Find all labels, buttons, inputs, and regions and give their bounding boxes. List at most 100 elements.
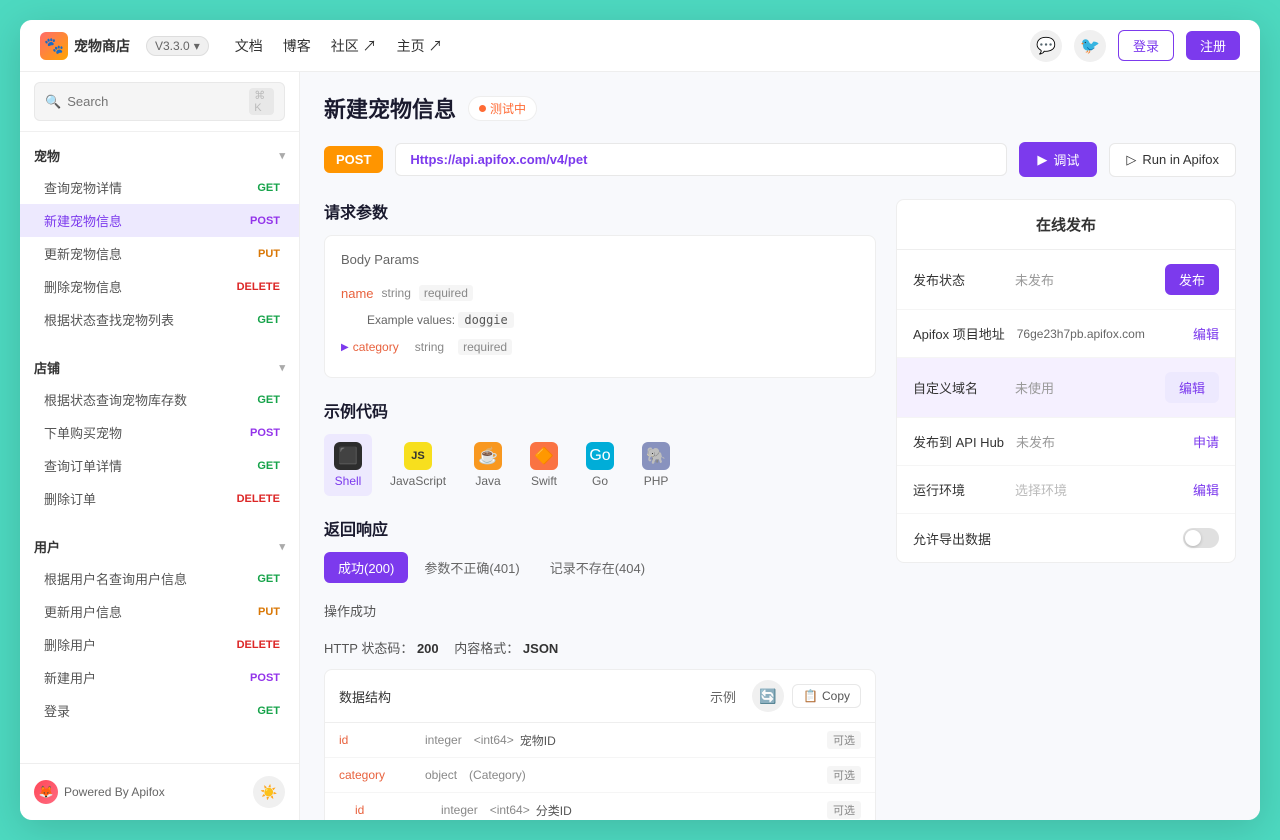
nav-blog[interactable]: 博客 bbox=[283, 36, 311, 56]
register-button[interactable]: 注册 bbox=[1186, 31, 1240, 60]
code-tab-java[interactable]: ☕ Java bbox=[464, 434, 512, 496]
body-params-label: Body Params bbox=[341, 252, 859, 267]
search-input[interactable] bbox=[67, 94, 243, 109]
sidebar-item-store-order-delete[interactable]: 删除订单 DELETE bbox=[20, 482, 299, 515]
share-icon-btn[interactable]: 🐦 bbox=[1074, 30, 1106, 62]
run-icon: ▷ bbox=[1126, 152, 1136, 168]
publish-row-domain: 自定义域名 未使用 编辑 bbox=[897, 358, 1235, 418]
data-row-id: id integer <int64> 宠物ID 可选 bbox=[325, 723, 875, 758]
main-content: 新建宠物信息 测试中 POST Https://api.apifox.com/v… bbox=[300, 72, 1260, 820]
params-section-title: 请求参数 bbox=[324, 199, 876, 223]
right-column: 在线发布 发布状态 未发布 发布 Apifox 项目地址 76ge23h7pb.… bbox=[896, 199, 1236, 820]
data-table: 数据结构 示例 🔄 📋 Copy bbox=[324, 669, 876, 820]
search-icon: 🔍 bbox=[45, 94, 61, 110]
theme-toggle-btn[interactable]: ☀️ bbox=[253, 776, 285, 808]
params-section: 请求参数 Body Params name string required Ex… bbox=[324, 199, 876, 378]
nav-community[interactable]: 社区 ↗ bbox=[331, 36, 377, 56]
env-edit-btn[interactable]: 编辑 bbox=[1193, 480, 1219, 499]
wechat-icon-btn[interactable]: 💬 bbox=[1030, 30, 1062, 62]
sidebar-item-user-delete[interactable]: 删除用户 DELETE bbox=[20, 628, 299, 661]
data-table-header: 数据结构 示例 🔄 📋 Copy bbox=[325, 670, 875, 723]
export-toggle[interactable] bbox=[1183, 528, 1219, 548]
code-tab-php[interactable]: 🐘 PHP bbox=[632, 434, 680, 496]
code-tab-shell[interactable]: ⬛ Shell bbox=[324, 434, 372, 496]
sidebar-item-pet-detail[interactable]: 查询宠物详情 GET bbox=[20, 171, 299, 204]
code-tab-go[interactable]: Go Go bbox=[576, 434, 624, 496]
header-nav: 文档 博客 社区 ↗ 主页 ↗ bbox=[235, 36, 443, 56]
content-grid: 请求参数 Body Params name string required Ex… bbox=[324, 199, 1236, 820]
code-tab-js[interactable]: JS JavaScript bbox=[380, 434, 456, 496]
response-section: 返回响应 成功(200) 参数不正确(401) 记录不存在(404) 操作成功 … bbox=[324, 516, 876, 820]
code-tab-swift[interactable]: 🔶 Swift bbox=[520, 434, 568, 496]
refresh-icon-btn[interactable]: 🔄 bbox=[752, 680, 784, 712]
sidebar-item-pet-update[interactable]: 更新宠物信息 PUT bbox=[20, 237, 299, 270]
sidebar-item-user-create[interactable]: 新建用户 POST bbox=[20, 661, 299, 694]
js-icon: JS bbox=[404, 442, 432, 470]
url-prefix: Https://api.apifox.com/v4 bbox=[410, 152, 564, 167]
nav-home[interactable]: 主页 ↗ bbox=[397, 36, 443, 56]
table-actions: 示例 🔄 📋 Copy bbox=[710, 680, 861, 712]
resp-tab-404[interactable]: 记录不存在(404) bbox=[536, 552, 659, 583]
copy-button[interactable]: 📋 Copy bbox=[792, 684, 861, 708]
section-store-header[interactable]: 店铺 ▾ bbox=[20, 352, 299, 383]
custom-domain-edit-btn[interactable]: 编辑 bbox=[1165, 372, 1219, 403]
resp-tab-401[interactable]: 参数不正确(401) bbox=[410, 552, 533, 583]
run-button[interactable]: ▷ Run in Apifox bbox=[1109, 143, 1236, 177]
shell-icon: ⬛ bbox=[334, 442, 362, 470]
sidebar-item-store-inventory[interactable]: 根据状态查询宠物库存数 GET bbox=[20, 383, 299, 416]
status-label: 测试中 bbox=[490, 100, 526, 117]
code-section-title: 示例代码 bbox=[324, 398, 876, 422]
login-button[interactable]: 登录 bbox=[1118, 30, 1174, 61]
nav-docs[interactable]: 文档 bbox=[235, 36, 263, 56]
sidebar-footer: 🦊 Powered By Apifox ☀️ bbox=[20, 763, 299, 820]
section-store: 店铺 ▾ 根据状态查询宠物库存数 GET 下单购买宠物 POST 查询订单详情 … bbox=[20, 344, 299, 523]
debug-button[interactable]: ▶ 调试 bbox=[1019, 142, 1097, 177]
footer-brand: 🦊 Powered By Apifox bbox=[34, 780, 165, 804]
section-pets-header[interactable]: 宠物 ▾ bbox=[20, 140, 299, 171]
version-label: V3.3.0 bbox=[155, 39, 190, 53]
sidebar-item-pet-list[interactable]: 根据状态查找宠物列表 GET bbox=[20, 303, 299, 336]
section-store-title: 店铺 bbox=[34, 358, 60, 377]
publish-status-value: 未发布 bbox=[1015, 270, 1153, 289]
chevron-down-icon: ▾ bbox=[194, 39, 200, 53]
expand-btn[interactable]: ▶ category bbox=[341, 340, 399, 354]
body: 🔍 ⌘ K 宠物 ▾ 查询宠物详情 GET 新建宠物信息 POST bbox=[20, 72, 1260, 820]
apifox-url-edit-btn[interactable]: 编辑 bbox=[1193, 324, 1219, 343]
publish-row-export: 允许导出数据 bbox=[897, 514, 1235, 562]
search-box[interactable]: 🔍 ⌘ K bbox=[34, 82, 285, 121]
version-badge[interactable]: V3.3.0 ▾ bbox=[146, 36, 209, 56]
response-success-msg: 操作成功 bbox=[324, 595, 876, 626]
page-header: 新建宠物信息 测试中 bbox=[324, 92, 1236, 124]
endpoint-url: Https://api.apifox.com/v4/pet bbox=[395, 143, 1007, 176]
sidebar-item-store-order[interactable]: 下单购买宠物 POST bbox=[20, 416, 299, 449]
chevron-icon-user: ▾ bbox=[279, 540, 285, 553]
publish-status-label: 发布状态 bbox=[913, 270, 1003, 289]
data-row-category: category object (Category) 可选 bbox=[325, 758, 875, 793]
section-user-header[interactable]: 用户 ▾ bbox=[20, 531, 299, 562]
method-get-badge-2: GET bbox=[252, 313, 285, 327]
publish-row-status: 发布状态 未发布 发布 bbox=[897, 250, 1235, 310]
custom-domain-value: 未使用 bbox=[1015, 378, 1153, 397]
sidebar-item-user-update[interactable]: 更新用户信息 PUT bbox=[20, 595, 299, 628]
sidebar-item-pet-delete[interactable]: 删除宠物信息 DELETE bbox=[20, 270, 299, 303]
status-badge: 测试中 bbox=[468, 96, 537, 121]
data-structure-label: 数据结构 bbox=[339, 687, 391, 706]
param-required: required bbox=[419, 285, 473, 301]
publish-button[interactable]: 发布 bbox=[1165, 264, 1219, 295]
publish-row-hub: 发布到 API Hub 未发布 申请 bbox=[897, 418, 1235, 466]
copy-icon: 📋 bbox=[803, 689, 818, 703]
sidebar-item-user-query[interactable]: 根据用户名查询用户信息 GET bbox=[20, 562, 299, 595]
java-icon: ☕ bbox=[474, 442, 502, 470]
sidebar-item-pet-create[interactable]: 新建宠物信息 POST bbox=[20, 204, 299, 237]
apifox-url-value: 76ge23h7pb.apifox.com bbox=[1017, 327, 1181, 341]
sidebar-item-store-order-detail[interactable]: 查询订单详情 GET bbox=[20, 449, 299, 482]
footer-brand-label: Powered By Apifox bbox=[64, 785, 165, 799]
env-label: 运行环境 bbox=[913, 480, 1003, 499]
param-name: name bbox=[341, 286, 374, 301]
api-hub-apply-btn[interactable]: 申请 bbox=[1193, 432, 1219, 451]
sidebar-item-user-login[interactable]: 登录 GET bbox=[20, 694, 299, 727]
resp-tab-200[interactable]: 成功(200) bbox=[324, 552, 408, 583]
apifox-logo: 🦊 bbox=[34, 780, 58, 804]
publish-title: 在线发布 bbox=[897, 200, 1235, 250]
section-user-title: 用户 bbox=[34, 537, 60, 556]
